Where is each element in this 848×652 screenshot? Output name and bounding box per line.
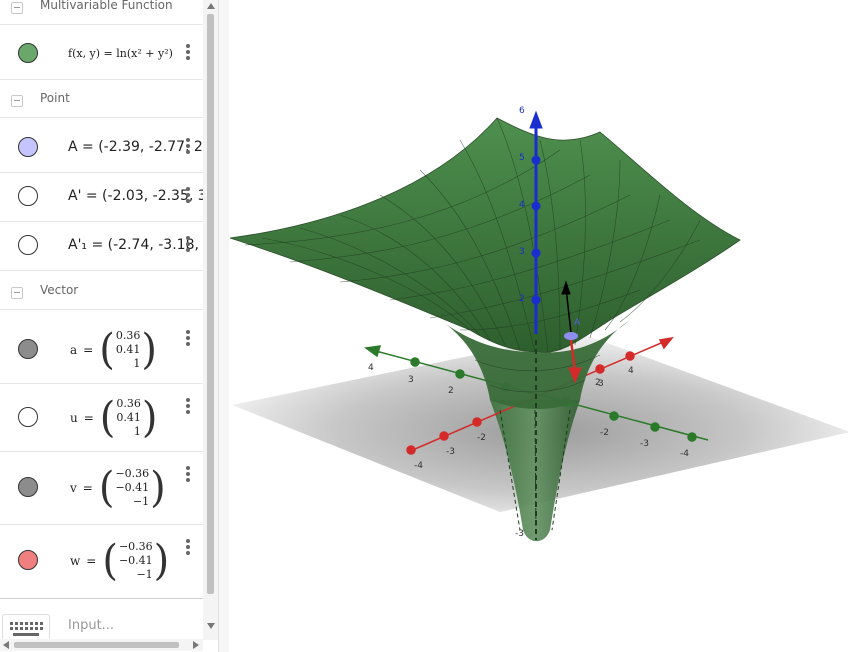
scrollbar-thumb[interactable] (207, 14, 214, 594)
algebra-item-vector-v[interactable]: v = ( −0.36 −0.41 −1 ) (0, 452, 203, 525)
vector-entry: 1 (133, 425, 141, 438)
z-tick-label: -3 (515, 529, 524, 539)
group-label: Vector (40, 283, 79, 297)
algebra-item-vector-a[interactable]: a = ( 0.36 0.41 1 ) (0, 316, 203, 384)
algebra-view: Multivariable Function f(x, y) = ln(x² +… (0, 0, 218, 652)
z-tick-label: 2 (519, 294, 525, 304)
visibility-marble-icon[interactable] (18, 407, 38, 427)
collapse-icon[interactable] (11, 287, 23, 299)
vector-name: a (70, 343, 78, 357)
vector-definition[interactable]: v = ( −0.36 −0.41 −1 ) (70, 467, 166, 509)
visibility-marble-icon[interactable] (18, 137, 38, 157)
vector-entry: 0.36 (115, 329, 141, 342)
vector-entry: 0.41 (115, 343, 141, 356)
input-placeholder[interactable]: Input... (68, 618, 114, 633)
point-a-marker[interactable] (564, 332, 578, 340)
vector-name: v (70, 481, 77, 495)
y-tick-label: 4 (368, 363, 374, 373)
y-tick-label: -3 (640, 439, 649, 449)
visibility-marble-icon[interactable] (18, 339, 38, 359)
vector-entry: −0.41 (118, 554, 153, 567)
function-definition[interactable]: f(x, y) = ln(x² + y²) (68, 47, 173, 60)
algebra-item-point-a[interactable]: A = (-2.39, -2.77, 2.59 (0, 124, 203, 173)
vector-definition[interactable]: a = ( 0.36 0.41 1 ) (70, 329, 157, 371)
equals-sign: = (83, 411, 94, 425)
collapse-icon[interactable] (11, 95, 23, 107)
point-definition[interactable]: A'₁ = (-2.74, -3.18, 1.5 (68, 237, 203, 253)
equals-sign: = (83, 343, 94, 357)
scrollbar-thumb[interactable] (14, 642, 179, 648)
point-definition[interactable]: A = (-2.39, -2.77, 2.59 (68, 139, 203, 155)
group-label: Point (40, 91, 70, 105)
vector-entry: −0.36 (115, 467, 150, 480)
z-tick-label: 4 (519, 200, 525, 210)
x-tick-label: -2 (477, 433, 486, 443)
y-tick-label: -4 (680, 449, 689, 459)
visibility-marble-icon[interactable] (18, 235, 38, 255)
group-header-multivariable[interactable]: Multivariable Function (0, 0, 203, 25)
z-tick-label: 3 (519, 247, 525, 257)
vector-name: u (70, 411, 78, 425)
visibility-marble-icon[interactable] (18, 186, 38, 206)
vector-entry: 0.41 (116, 411, 141, 424)
vector-entry: 0.36 (116, 397, 141, 410)
algebra-item-point-a-prime-1[interactable]: A'₁ = (-2.74, -3.18, 1.5 (0, 222, 203, 271)
x-tick-label: -3 (446, 447, 455, 457)
equals-sign: = (86, 554, 97, 568)
z-tick-label: 5 (519, 153, 525, 163)
x-tick-label: 2 (595, 378, 601, 388)
visibility-marble-icon[interactable] (18, 43, 38, 63)
vector-name: w (70, 554, 81, 568)
more-options-icon[interactable] (186, 236, 192, 254)
x-tick-label: 4 (628, 366, 634, 376)
more-options-icon[interactable] (186, 466, 192, 484)
y-tick-label: 2 (448, 386, 454, 396)
more-options-icon[interactable] (186, 187, 192, 205)
point-a-label: A (574, 318, 581, 328)
group-header-point[interactable]: Point (0, 88, 203, 118)
visibility-marble-icon[interactable] (18, 550, 38, 570)
visibility-marble-icon[interactable] (18, 477, 38, 497)
point-definition[interactable]: A' = (-2.03, -2.35, 3.59 (68, 188, 203, 204)
algebra-item-vector-u[interactable]: u = ( 0.36 0.41 1 ) (0, 384, 203, 452)
more-options-icon[interactable] (186, 138, 192, 156)
vector-definition[interactable]: u = ( 0.36 0.41 1 ) (70, 397, 158, 439)
group-header-vector[interactable]: Vector (0, 280, 203, 310)
y-tick-label: 3 (408, 375, 414, 385)
more-options-icon[interactable] (186, 398, 192, 416)
x-tick-label: -4 (414, 461, 423, 471)
equals-sign: = (82, 481, 93, 495)
collapse-icon[interactable] (11, 2, 23, 14)
graphics-3d-view[interactable]: 6 5 4 3 2 -3 4 3 2 -2 -3 -4 4 3 2 -2 -3 … (228, 0, 848, 652)
more-options-icon[interactable] (186, 44, 192, 62)
vector-definition[interactable]: w = ( −0.36 −0.41 −1 ) (70, 540, 169, 582)
algebra-item-point-a-prime[interactable]: A' = (-2.03, -2.35, 3.59 (0, 173, 203, 222)
surface-upper (229, 117, 741, 353)
vector-entry: 1 (133, 357, 141, 370)
group-label: Multivariable Function (40, 0, 173, 12)
y-tick-label: -2 (600, 428, 609, 438)
vector-entry: −1 (132, 495, 150, 508)
algebra-item-vector-w[interactable]: w = ( −0.36 −0.41 −1 ) (0, 525, 203, 598)
vector-entry: −0.41 (115, 481, 150, 494)
vector-entry: −1 (136, 568, 153, 581)
algebra-list: Multivariable Function f(x, y) = ln(x² +… (0, 0, 203, 640)
algebra-item-f[interactable]: f(x, y) = ln(x² + y²) (0, 30, 203, 80)
algebra-horizontal-scrollbar[interactable] (0, 639, 203, 651)
z-tick-label: 6 (519, 106, 525, 116)
more-options-icon[interactable] (186, 330, 192, 348)
more-options-icon[interactable] (186, 539, 192, 557)
vector-entry: −0.36 (118, 540, 153, 553)
algebra-vertical-scrollbar[interactable] (203, 0, 218, 640)
